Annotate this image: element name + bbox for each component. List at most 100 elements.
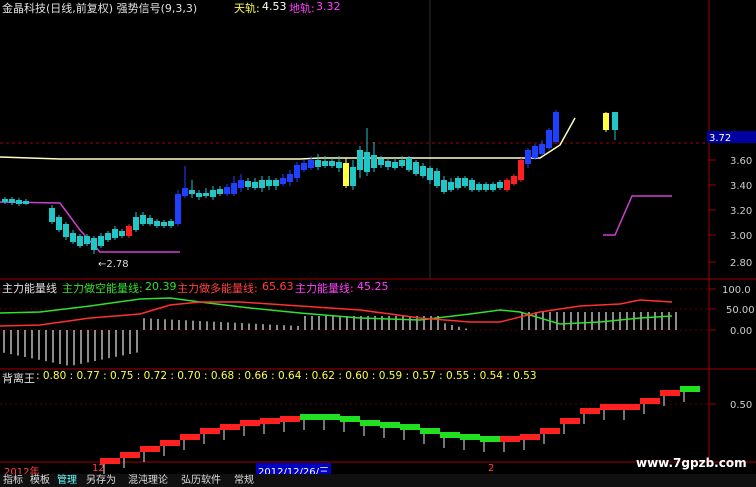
candle-body (385, 161, 391, 167)
candle-body (154, 221, 160, 226)
y-tick-2-80: 2.80 (730, 258, 752, 269)
candle-body (119, 231, 125, 236)
beiliwang-block (580, 408, 600, 414)
beiliwang-block (180, 434, 200, 440)
tab-save-as[interactable]: 另存为 (86, 474, 116, 487)
beiliwang-block (380, 422, 400, 428)
candle-body (182, 188, 188, 196)
low-marker: ←2.78 (98, 259, 129, 270)
short-energy-value: 20.39 (145, 280, 177, 293)
time-axis-month-2: 2 (488, 463, 495, 474)
beiliwang-block (640, 398, 660, 404)
candle-body (63, 224, 69, 237)
candle-body (301, 163, 307, 170)
candle-body (287, 174, 293, 182)
y-tick-0-50: 0.50 (730, 400, 752, 411)
candle-body (273, 180, 279, 186)
beiliwang-block (300, 414, 320, 420)
candle-body (84, 236, 90, 244)
sky-line (0, 117, 576, 160)
candle-body (350, 167, 356, 186)
candle-body (175, 194, 181, 224)
beiliwang-block (500, 436, 520, 442)
candle-body (259, 180, 265, 188)
candle-body (434, 171, 440, 186)
beiliwang-block (240, 420, 260, 426)
candle-body (280, 178, 286, 184)
candle-body (441, 180, 447, 192)
energy-panel-title: 主力能量线 (2, 282, 57, 295)
beiliwang-block (120, 452, 140, 458)
candle-body (203, 193, 209, 196)
candle-body (378, 159, 384, 165)
beiliwang-block (400, 424, 420, 430)
y-tick-50: 50.00 (726, 305, 755, 316)
beiliwang-block (480, 436, 500, 442)
candle-body (70, 233, 76, 242)
ground-value: 3.32 (316, 0, 341, 13)
candle-body (357, 150, 363, 170)
candle-body (133, 217, 139, 230)
beiliwang-block (140, 446, 160, 452)
candle-body (161, 222, 167, 226)
candle-body (612, 112, 618, 130)
beiliwang-block (280, 416, 300, 422)
y-tick-3-20: 3.20 (730, 206, 752, 217)
beiliwang-block (420, 428, 440, 434)
tab-template[interactable]: 模板 (30, 474, 50, 487)
candle-body (126, 226, 132, 236)
candle-body (476, 184, 482, 190)
candle-body (329, 161, 335, 166)
candle-body (364, 152, 370, 172)
tab-chaos-theory[interactable]: 混沌理论 (128, 474, 168, 487)
candle-body (56, 217, 62, 230)
tab-general[interactable]: 常规 (234, 474, 254, 487)
candle-body (112, 229, 118, 238)
candle-body (518, 160, 524, 180)
candle-body (16, 200, 22, 204)
candle-body (532, 146, 538, 158)
candle-body (497, 182, 503, 188)
candle-body (2, 199, 8, 202)
candle-body (231, 183, 237, 194)
ground-label: 地轨: (289, 2, 315, 15)
y-tick-3-00: 3.00 (730, 231, 752, 242)
candle-body (413, 162, 419, 174)
tab-manage[interactable]: 管理 (57, 474, 77, 487)
time-axis-month-12: 12 (92, 463, 105, 474)
tab-indicator[interactable]: 指标 (3, 474, 23, 487)
candle-body (420, 166, 426, 176)
chart-title: 金晶科技(日线,前复权) 强势信号(9,3,3) (2, 2, 198, 15)
beiliwang-block (320, 414, 340, 420)
candle-body (427, 168, 433, 180)
candle-body (308, 160, 314, 168)
beiliwang-block (560, 418, 580, 424)
candle-body (294, 165, 300, 178)
beiliwang-block (360, 420, 380, 426)
beiliwang-block (200, 428, 220, 434)
candle-body (245, 181, 251, 187)
beiliwang-block (440, 432, 460, 438)
candle-body (252, 182, 258, 188)
candle-body (469, 180, 475, 190)
candle-body (238, 180, 244, 188)
candle-body (399, 160, 405, 166)
candle-body (455, 178, 461, 188)
beiliwang-block (260, 418, 280, 424)
candle-body (140, 215, 146, 224)
candle-body (23, 201, 29, 204)
beiliwang-block (340, 416, 360, 422)
candle-body (392, 162, 398, 168)
candle-body (448, 182, 454, 190)
candle-body (91, 238, 97, 250)
tab-hongli-software[interactable]: 弘历软件 (181, 474, 221, 487)
energy-line-label: 主力能量线: (295, 282, 354, 295)
beiliwang-block (520, 434, 540, 440)
y-tick-3-40: 3.40 (730, 181, 752, 192)
candle-body (406, 158, 412, 170)
y-tick-100: 100.0 (722, 285, 751, 296)
beiliwang-plot (100, 386, 700, 474)
y-tick-0: 0.00 (730, 326, 752, 337)
y-tick-3-60: 3.60 (730, 156, 752, 167)
beiliwang-block (220, 424, 240, 430)
